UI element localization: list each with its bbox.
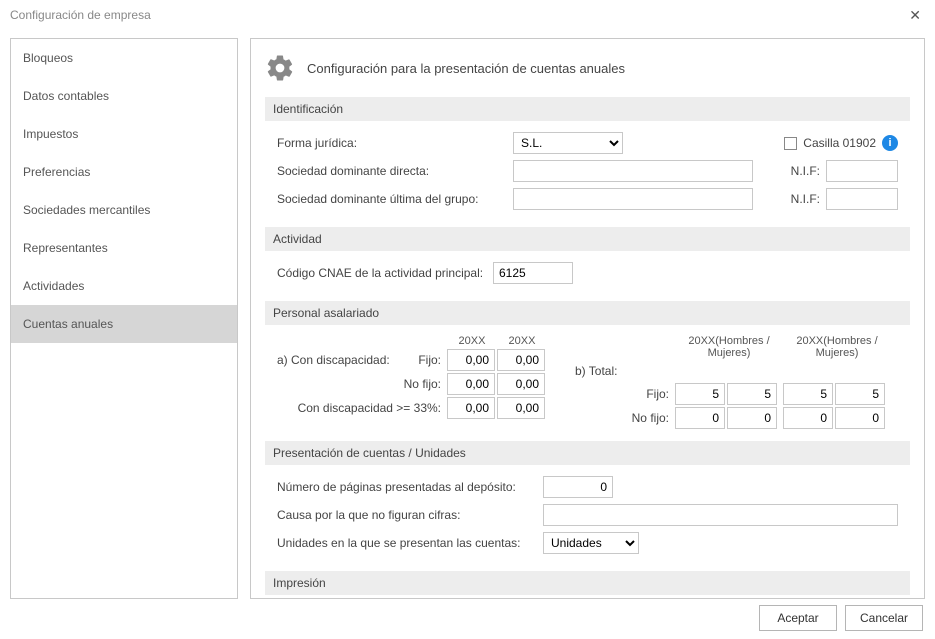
b-head1: 20XX(Hombres / Mujeres) (675, 335, 783, 359)
gear-icon (265, 53, 295, 83)
sidebar: Bloqueos Datos contables Impuestos Prefe… (10, 38, 238, 599)
a-ge33-label: Con discapacidad >= 33%: (277, 401, 447, 415)
a-ge33-y1-input[interactable] (447, 397, 495, 419)
info-icon[interactable]: i (882, 135, 898, 151)
casilla-01902-label: Casilla 01902 (803, 136, 876, 150)
sidebar-item-impuestos[interactable]: Impuestos (11, 115, 237, 153)
section-header-identificacion: Identificación (265, 97, 910, 121)
sidebar-item-sociedades-mercantiles[interactable]: Sociedades mercantiles (11, 191, 237, 229)
a-fijo-label: Fijo: (397, 353, 447, 367)
b-nofijo-h2-input[interactable] (783, 407, 833, 429)
casilla-01902-checkbox[interactable]: Casilla 01902 (784, 136, 876, 150)
b-nofijo-h1-input[interactable] (675, 407, 725, 429)
soc-dominante-directa-input[interactable] (513, 160, 753, 182)
cnae-label: Código CNAE de la actividad principal: (277, 266, 487, 280)
sidebar-item-preferencias[interactable]: Preferencias (11, 153, 237, 191)
b-nofijo-m2-input[interactable] (835, 407, 885, 429)
sidebar-item-actividades[interactable]: Actividades (11, 267, 237, 305)
b-nofijo-label: No fijo: (625, 411, 675, 425)
cancel-button[interactable]: Cancelar (845, 605, 923, 631)
causa-input[interactable] (543, 504, 898, 526)
sidebar-item-representantes[interactable]: Representantes (11, 229, 237, 267)
window-title: Configuración de empresa (10, 8, 151, 22)
a-ge33-y2-input[interactable] (497, 397, 545, 419)
forma-juridica-select[interactable]: S.L. (513, 132, 623, 154)
forma-juridica-label: Forma jurídica: (277, 136, 507, 150)
a-nofijo-y2-input[interactable] (497, 373, 545, 395)
unidades-label: Unidades en la que se presentan las cuen… (277, 536, 537, 550)
b-total-label: b) Total: (575, 364, 625, 378)
nif-ult-input[interactable] (826, 188, 898, 210)
titlebar: Configuración de empresa ✕ (0, 0, 935, 28)
a-year1-header: 20XX (447, 335, 497, 347)
b-fijo-m2-input[interactable] (835, 383, 885, 405)
sidebar-item-bloqueos[interactable]: Bloqueos (11, 39, 237, 77)
unidades-select[interactable]: Unidades (543, 532, 639, 554)
section-header-actividad: Actividad (265, 227, 910, 251)
page-title: Configuración para la presentación de cu… (307, 61, 625, 76)
b-head2: 20XX(Hombres / Mujeres) (783, 335, 891, 359)
nif-ult-label: N.I.F: (784, 192, 820, 206)
close-icon[interactable]: ✕ (905, 7, 925, 24)
accept-button[interactable]: Aceptar (759, 605, 837, 631)
b-fijo-label: Fijo: (625, 387, 675, 401)
cnae-input[interactable] (493, 262, 573, 284)
a-nofijo-y1-input[interactable] (447, 373, 495, 395)
sidebar-item-cuentas-anuales[interactable]: Cuentas anuales (11, 305, 237, 343)
b-fijo-h2-input[interactable] (783, 383, 833, 405)
content-panel: Configuración para la presentación de cu… (250, 38, 925, 599)
a-fijo-y2-input[interactable] (497, 349, 545, 371)
b-fijo-h1-input[interactable] (675, 383, 725, 405)
a-year2-header: 20XX (497, 335, 547, 347)
section-header-impresion: Impresión (265, 571, 910, 595)
soc-dominante-ultima-input[interactable] (513, 188, 753, 210)
b-fijo-m1-input[interactable] (727, 383, 777, 405)
nif-dir-input[interactable] (826, 160, 898, 182)
a-nofijo-label: No fijo: (397, 377, 447, 391)
paginas-input[interactable] (543, 476, 613, 498)
paginas-label: Número de páginas presentadas al depósit… (277, 480, 537, 494)
section-header-personal: Personal asalariado (265, 301, 910, 325)
a-discapacidad-label: a) Con discapacidad: (277, 353, 397, 367)
nif-dir-label: N.I.F: (784, 164, 820, 178)
a-fijo-y1-input[interactable] (447, 349, 495, 371)
soc-dominante-directa-label: Sociedad dominante directa: (277, 164, 507, 178)
b-nofijo-m1-input[interactable] (727, 407, 777, 429)
section-header-presentacion: Presentación de cuentas / Unidades (265, 441, 910, 465)
causa-label: Causa por la que no figuran cifras: (277, 508, 537, 522)
sidebar-item-datos-contables[interactable]: Datos contables (11, 77, 237, 115)
soc-dominante-ultima-label: Sociedad dominante última del grupo: (277, 192, 507, 206)
